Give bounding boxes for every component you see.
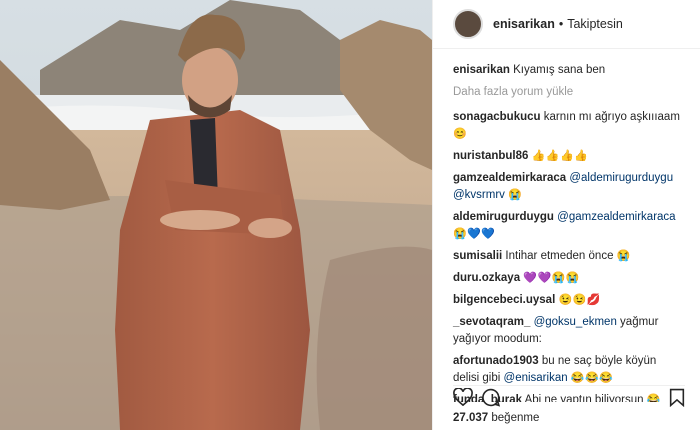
list-item: _sevotaqram_ @goksu_ekmen yağmur yağıyor… <box>453 314 685 348</box>
list-item: nuristanbul86 👍👍👍👍 <box>453 148 685 165</box>
comment-mention[interactable]: @enisarikan <box>504 372 568 384</box>
comment-username[interactable]: duru.ozkaya <box>453 272 520 284</box>
comment-mention[interactable]: @goksu_ekmen <box>534 316 617 328</box>
follow-status[interactable]: Takiptesin <box>567 17 623 31</box>
caption: enisarikan Kıyamış sana ben <box>453 62 685 79</box>
comment-mention[interactable]: @gamzealdemirkaraca <box>557 211 675 223</box>
header-separator: • <box>558 17 564 31</box>
caption-text: Kıyamış sana ben <box>513 64 606 76</box>
list-item: sonagacbukucu karnın mı ağrıyo aşkıııaam… <box>453 109 685 143</box>
post-header: enisarikan • Takiptesin <box>433 0 700 49</box>
comment-emoji: 😊 <box>453 128 468 140</box>
likes-word: beğenme <box>491 412 540 424</box>
post-side-panel: enisarikan • Takiptesin enisarikan Kıyam… <box>432 0 700 430</box>
list-item: aldemirugurduygu @gamzealdemirkaraca 😭💙💙 <box>453 209 685 243</box>
comment-username[interactable]: sonagacbukucu <box>453 111 541 123</box>
comment-text: Intihar etmeden önce <box>505 250 614 262</box>
avatar[interactable] <box>453 9 483 39</box>
post-photo[interactable] <box>0 0 432 430</box>
comment-username[interactable]: bilgencebeci.uysal <box>453 294 555 306</box>
heart-icon[interactable] <box>453 387 473 411</box>
comment-mention[interactable]: @kvsrmrv <box>453 189 505 201</box>
comment-emoji: 😭 <box>508 189 523 201</box>
bookmark-icon[interactable] <box>669 388 685 412</box>
comment-emoji: 😂😂😂 <box>570 372 614 384</box>
comment-emoji: 👍👍👍👍 <box>531 150 589 162</box>
comment-username[interactable]: aldemirugurduygu <box>453 211 554 223</box>
comment-username[interactable]: afortunado1903 <box>453 355 539 367</box>
comment-username[interactable]: sumisalii <box>453 250 502 262</box>
caption-username[interactable]: enisarikan <box>453 64 510 76</box>
list-item: duru.ozkaya 💜💜😭😭 <box>453 270 685 287</box>
comment-emoji: 😭 <box>616 250 631 262</box>
comment-emoji: 😉😉💋 <box>558 294 602 306</box>
comment-mention[interactable]: @aldemirugurduygu <box>569 172 673 184</box>
likes-number: 27.037 <box>453 412 489 424</box>
photo-image <box>0 0 432 430</box>
comments-list: enisarikan Kıyamış sana ben Daha fazla y… <box>453 62 685 407</box>
list-item: bilgencebeci.uysal 😉😉💋 <box>453 292 685 309</box>
header-username[interactable]: enisarikan <box>493 17 555 31</box>
likes-count[interactable]: 27.037 beğenme <box>453 412 539 424</box>
comment-username[interactable]: gamzealdemirkaraca <box>453 172 566 184</box>
comment-icon[interactable] <box>481 388 501 412</box>
comment-username[interactable]: nuristanbul86 <box>453 150 528 162</box>
list-item: gamzealdemirkaraca @aldemirugurduygu @kv… <box>453 170 685 204</box>
action-bar <box>453 385 685 410</box>
list-item: afortunado1903 bu ne saç böyle köyün del… <box>453 353 685 387</box>
comment-emoji: 😭💙💙 <box>453 228 496 240</box>
comment-emoji: 💜💜😭😭 <box>523 272 581 284</box>
load-more-comments-link[interactable]: Daha fazla yorum yükle <box>453 84 685 101</box>
list-item: sumisalii Intihar etmeden önce 😭 <box>453 248 685 265</box>
photo-bottom-edge <box>0 422 432 430</box>
comment-username[interactable]: _sevotaqram_ <box>453 316 530 328</box>
comment-text: karnın mı ağrıyo aşkıııaam <box>543 111 680 123</box>
